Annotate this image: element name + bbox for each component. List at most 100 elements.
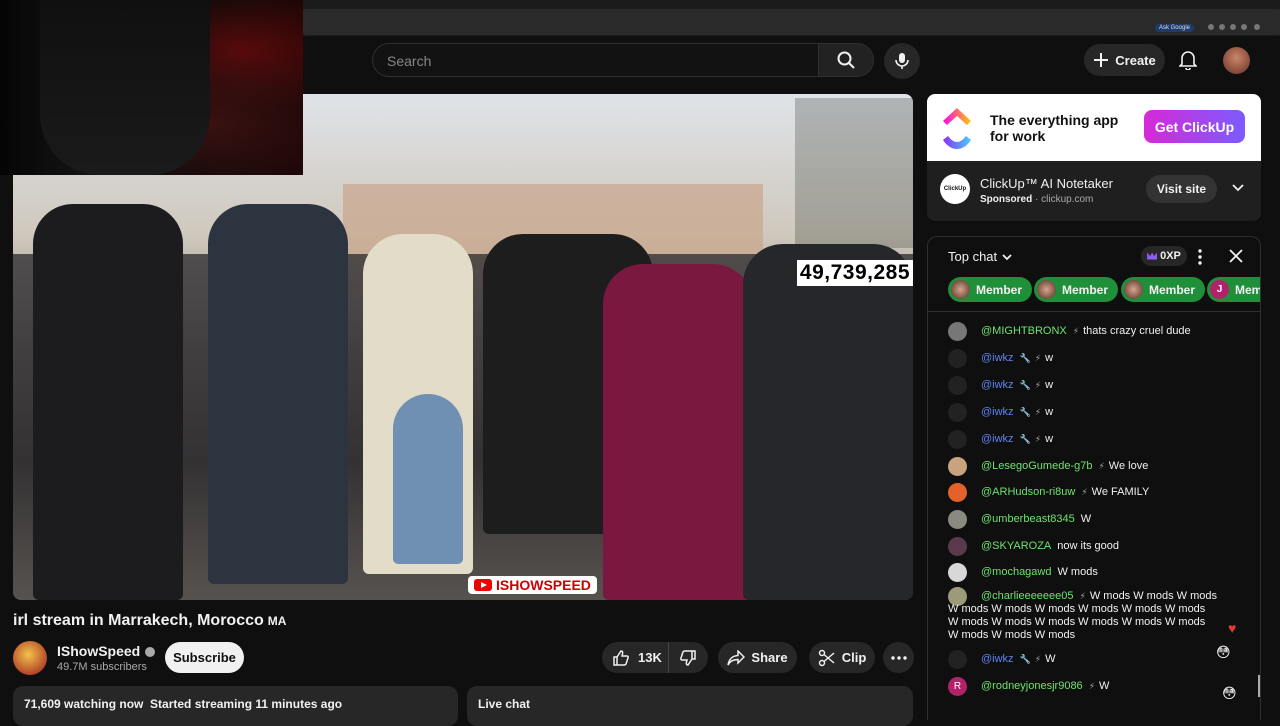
more-vertical-icon[interactable] <box>1198 249 1202 265</box>
badge-icon: ⚡ <box>1072 326 1080 336</box>
chat-author: @SKYAROZA <box>981 540 1052 552</box>
extension-icon[interactable] <box>1219 24 1225 30</box>
voice-search-button[interactable] <box>884 43 920 79</box>
member-avatar <box>1037 280 1056 299</box>
badge-icon: ⚡ <box>1098 461 1105 471</box>
youtube-logo-icon <box>474 579 492 591</box>
share-label: Share <box>751 650 788 665</box>
chat-text: W mods <box>1057 566 1098 578</box>
chat-avatar <box>948 349 967 368</box>
channel-name-text: IShowSpeed <box>57 643 141 659</box>
video-title-text: irl stream in Marrakech, Morocco <box>13 612 264 629</box>
webcam-person <box>40 0 210 175</box>
channel-avatar[interactable] <box>13 641 47 675</box>
country-flag: MA <box>267 614 287 628</box>
advertiser-avatar[interactable]: ClickUp <box>940 174 970 204</box>
live-chat-toggle[interactable]: Live chat <box>467 686 913 726</box>
chat-text: thats crazy cruel dude <box>1083 325 1191 337</box>
ask-google-button[interactable]: Ask Google <box>1154 24 1194 32</box>
member-chip-label: Member <box>1062 282 1109 297</box>
channel-watermark: ISHOWSPEED <box>468 576 597 594</box>
more-horizontal-icon <box>890 655 907 660</box>
dislike-button[interactable] <box>669 642 708 673</box>
emoji-reaction-icon: 😳 <box>1222 685 1237 701</box>
notifications-button[interactable] <box>1174 46 1202 74</box>
like-button[interactable]: 13K <box>602 642 669 673</box>
visit-site-button[interactable]: Visit site <box>1146 175 1217 203</box>
chat-text: We FAMILY <box>1091 486 1150 498</box>
stream-chat-overlay <box>795 98 913 248</box>
chat-avatar <box>948 457 967 476</box>
member-chip-label: Member <box>1235 282 1261 297</box>
chat-author: @LesegoGumede-g7b <box>981 460 1093 472</box>
chat-author: @charlieeeeeee05 <box>981 590 1074 602</box>
wrench-icon: 🔧 <box>1019 407 1031 417</box>
microphone-icon <box>895 53 909 69</box>
chat-author: @MIGHTBRONX <box>981 325 1067 337</box>
verified-icon <box>145 647 156 658</box>
badge-icon: ⚡ <box>1034 353 1042 363</box>
emoji-reaction-icon: 😳 <box>1216 644 1231 660</box>
member-chip[interactable]: J Member <box>1207 277 1261 302</box>
subscribe-button[interactable]: Subscribe <box>165 642 244 673</box>
extension-icon[interactable] <box>1208 24 1214 30</box>
stream-stats: 71,609 watching now Started streaming 11… <box>24 697 342 711</box>
subscriber-count: 49.7M subscribers <box>57 661 147 673</box>
ad-title[interactable]: ClickUp™ AI Notetaker <box>980 176 1113 191</box>
video-figure <box>743 244 913 600</box>
member-chip[interactable]: Member <box>948 277 1033 302</box>
member-chip[interactable]: Member <box>1034 277 1119 302</box>
bell-icon <box>1179 51 1197 70</box>
extension-icon[interactable] <box>1230 24 1236 30</box>
like-count: 13K <box>638 650 662 665</box>
heart-reaction-icon: ♥ <box>1228 620 1237 636</box>
more-actions-button[interactable] <box>883 642 914 673</box>
chat-scrollbar[interactable] <box>1258 675 1260 697</box>
chat-text: W <box>1080 513 1092 525</box>
extension-icon[interactable] <box>1254 24 1260 30</box>
chevron-down-icon[interactable] <box>1231 181 1245 195</box>
ad-banner[interactable]: The everything app for work Get ClickUp <box>927 94 1261 161</box>
xp-badge[interactable]: 0XP <box>1141 246 1187 266</box>
get-clickup-button[interactable]: Get ClickUp <box>1144 110 1245 143</box>
extension-icon[interactable] <box>1241 24 1247 30</box>
live-chat-panel: Top chat 0XP Member Member Member JMembe… <box>927 236 1261 720</box>
started-streaming: Started streaming 11 minutes ago <box>150 697 343 711</box>
address-bar[interactable] <box>303 9 1280 35</box>
description-box[interactable]: 71,609 watching now Started streaming 11… <box>13 686 458 726</box>
watching-now: 71,609 watching now <box>24 697 144 711</box>
member-chip-label: Member <box>1149 282 1196 297</box>
create-button[interactable]: Create <box>1084 44 1165 76</box>
share-button[interactable]: Share <box>718 642 797 673</box>
clickup-logo-icon <box>943 108 971 149</box>
chat-avatar <box>948 483 967 502</box>
search-input[interactable]: Search <box>372 43 818 77</box>
chat-author: @mochagawd <box>981 566 1052 578</box>
chat-mode-label: Top chat <box>948 249 998 264</box>
clip-button[interactable]: Clip <box>809 642 875 673</box>
member-avatar <box>951 280 970 299</box>
search-button[interactable] <box>818 43 874 77</box>
badge-icon: ⚡ <box>1034 434 1042 444</box>
account-avatar[interactable] <box>1223 47 1250 74</box>
badge-icon: ⚡ <box>1088 681 1096 691</box>
channel-name[interactable]: IShowSpeed <box>57 643 156 659</box>
chat-author: @iwkz <box>981 379 1014 391</box>
thumbs-up-icon <box>613 649 629 666</box>
chat-text: W <box>1099 680 1110 692</box>
chat-text: now its good <box>1057 540 1120 552</box>
chat-text: W <box>1045 653 1056 665</box>
badge-icon: ⚡ <box>1034 380 1042 390</box>
member-chip[interactable]: Member <box>1121 277 1206 302</box>
chat-avatar <box>948 322 967 341</box>
chat-text: We love <box>1108 460 1149 472</box>
chat-avatar <box>948 563 967 582</box>
chat-mode-dropdown[interactable]: Top chat <box>948 249 1013 264</box>
wrench-icon: 🔧 <box>1019 353 1031 363</box>
like-dislike-group: 13K <box>602 642 708 673</box>
live-chat-label: Live chat <box>478 697 531 711</box>
chat-text: w <box>1045 379 1054 391</box>
close-icon[interactable] <box>1228 248 1244 264</box>
watermark-text: ISHOWSPEED <box>496 577 591 593</box>
wrench-icon: 🔧 <box>1019 654 1031 664</box>
